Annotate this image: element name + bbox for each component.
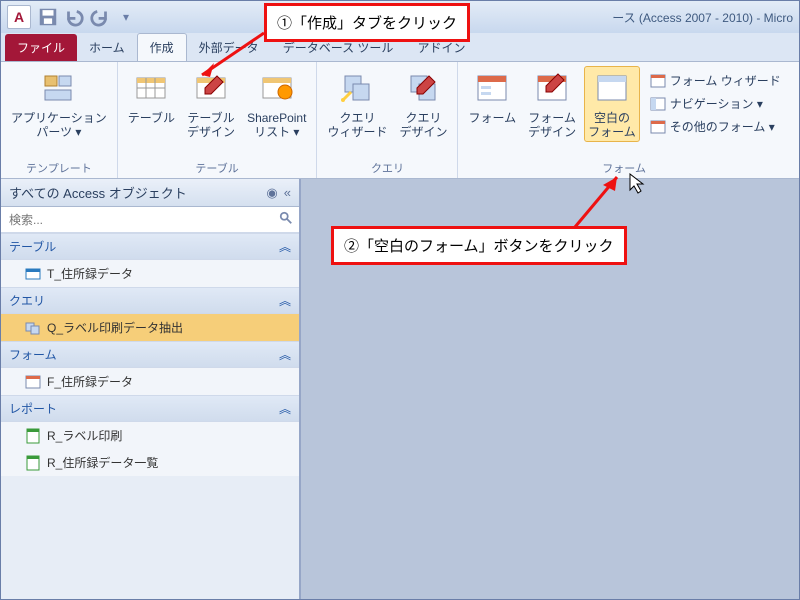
navpane-dropdown-icon[interactable]: ◉ bbox=[266, 185, 277, 201]
navgroup-tables-label: テーブル bbox=[9, 238, 56, 255]
quick-access-toolbar[interactable]: ▾ bbox=[37, 6, 137, 28]
query-wizard-icon bbox=[337, 68, 377, 108]
annotation-step1: ①「作成」タブをクリック bbox=[264, 3, 470, 42]
navitem-table-1[interactable]: T_住所録データ bbox=[1, 260, 299, 287]
form-object-icon bbox=[25, 374, 41, 390]
navgroup-reports-label: レポート bbox=[9, 400, 57, 417]
report-object-icon bbox=[25, 455, 41, 471]
ribbon: アプリケーション パーツ ▾ テンプレート テーブル テーブル デザイン bbox=[1, 61, 799, 179]
navgroup-queries-label: クエリ bbox=[9, 292, 45, 309]
navigation-pane: すべての Access オブジェクト ◉ « テーブル ︽ T_住所録データ bbox=[1, 179, 301, 599]
undo-icon[interactable] bbox=[63, 6, 85, 28]
app-icon: A bbox=[7, 5, 31, 29]
group-templates: アプリケーション パーツ ▾ テンプレート bbox=[1, 62, 118, 178]
form-wizard-label: フォーム ウィザード bbox=[670, 72, 781, 89]
tab-create[interactable]: 作成 bbox=[137, 33, 187, 61]
navpane-collapse-icon[interactable]: « bbox=[284, 185, 291, 200]
form-design-button[interactable]: フォーム デザイン bbox=[524, 66, 580, 142]
arrow-step1 bbox=[196, 31, 266, 81]
group-queries-label: クエリ bbox=[323, 158, 451, 178]
navitem-label: T_住所録データ bbox=[47, 265, 133, 282]
navigation-icon bbox=[650, 96, 666, 112]
form-design-label: フォーム デザイン bbox=[528, 111, 576, 140]
form-wizard-link[interactable]: フォーム ウィザード bbox=[648, 70, 784, 91]
navitem-report-1[interactable]: R_ラベル印刷 bbox=[1, 422, 299, 449]
app-parts-label: アプリケーション パーツ ▾ bbox=[11, 111, 107, 140]
form-wizard-icon bbox=[650, 73, 666, 89]
navgroup-reports[interactable]: レポート ︽ bbox=[1, 395, 299, 422]
blank-form-icon bbox=[592, 68, 632, 108]
query-design-button[interactable]: クエリ デザイン bbox=[395, 66, 451, 142]
chevron-up-icon: ︽ bbox=[279, 292, 291, 309]
form-icon bbox=[472, 68, 512, 108]
navigation-link[interactable]: ナビゲーション ▾ bbox=[648, 93, 784, 114]
search-input[interactable] bbox=[7, 212, 279, 228]
navpane-search[interactable] bbox=[1, 207, 299, 233]
tab-home[interactable]: ホーム bbox=[77, 34, 137, 61]
qat-more-icon[interactable]: ▾ bbox=[115, 6, 137, 28]
group-forms: フォーム フォーム デザイン 空白の フォーム bbox=[458, 62, 789, 178]
navitem-label: R_ラベル印刷 bbox=[47, 427, 122, 444]
arrow-step2 bbox=[571, 171, 631, 231]
table-icon bbox=[131, 68, 171, 108]
access-window: A ▾ ース (Access 2007 - 2010) - Micro ファイル… bbox=[0, 0, 800, 600]
navitem-query-1[interactable]: Q_ラベル印刷データ抽出 bbox=[1, 314, 299, 341]
app-parts-icon bbox=[39, 68, 79, 108]
navitem-label: R_住所録データ一覧 bbox=[47, 454, 158, 471]
table-button[interactable]: テーブル bbox=[124, 66, 179, 127]
chevron-up-icon: ︽ bbox=[279, 346, 291, 363]
group-queries: クエリ ウィザード クエリ デザイン クエリ bbox=[317, 62, 458, 178]
group-tables-label: テーブル bbox=[124, 158, 311, 178]
form-button[interactable]: フォーム bbox=[464, 66, 520, 127]
navitem-label: Q_ラベル印刷データ抽出 bbox=[47, 319, 183, 336]
navgroup-queries[interactable]: クエリ ︽ bbox=[1, 287, 299, 314]
query-object-icon bbox=[25, 320, 41, 336]
app-parts-button[interactable]: アプリケーション パーツ ▾ bbox=[7, 66, 111, 142]
query-wizard-button[interactable]: クエリ ウィザード bbox=[323, 66, 391, 142]
annotation-step2: ②「空白のフォーム」ボタンをクリック bbox=[331, 226, 627, 265]
form-label: フォーム bbox=[468, 111, 516, 125]
query-wizard-label: クエリ ウィザード bbox=[327, 111, 387, 140]
blank-form-label: 空白の フォーム bbox=[588, 111, 636, 140]
sharepoint-label: SharePoint リスト ▾ bbox=[247, 111, 306, 140]
query-design-label: クエリ デザイン bbox=[399, 111, 447, 140]
navitem-form-1[interactable]: F_住所録データ bbox=[1, 368, 299, 395]
table-design-label: テーブル デザイン bbox=[187, 111, 235, 140]
cursor-icon bbox=[629, 173, 647, 195]
table-label: テーブル bbox=[128, 111, 175, 125]
navgroup-forms[interactable]: フォーム ︽ bbox=[1, 341, 299, 368]
navpane-header[interactable]: すべての Access オブジェクト ◉ « bbox=[1, 179, 299, 207]
blank-form-button[interactable]: 空白の フォーム bbox=[584, 66, 640, 142]
other-forms-label: その他のフォーム ▾ bbox=[670, 118, 775, 135]
form-extras: フォーム ウィザード ナビゲーション ▾ その他のフォーム ▾ bbox=[644, 66, 784, 137]
other-forms-link[interactable]: その他のフォーム ▾ bbox=[648, 116, 784, 137]
navigation-label: ナビゲーション ▾ bbox=[670, 95, 763, 112]
report-object-icon bbox=[25, 428, 41, 444]
form-design-icon bbox=[532, 68, 572, 108]
navitem-report-2[interactable]: R_住所録データ一覧 bbox=[1, 449, 299, 476]
navpane-title: すべての Access オブジェクト bbox=[9, 183, 187, 202]
query-design-icon bbox=[403, 68, 443, 108]
group-templates-label: テンプレート bbox=[7, 158, 111, 178]
table-object-icon bbox=[25, 266, 41, 282]
window-title: ース (Access 2007 - 2010) - Micro bbox=[612, 9, 793, 26]
search-icon[interactable] bbox=[279, 211, 293, 228]
other-forms-icon bbox=[650, 119, 666, 135]
chevron-up-icon: ︽ bbox=[279, 400, 291, 417]
save-icon[interactable] bbox=[37, 6, 59, 28]
tab-file[interactable]: ファイル bbox=[5, 34, 77, 61]
navgroup-tables[interactable]: テーブル ︽ bbox=[1, 233, 299, 260]
navgroup-forms-label: フォーム bbox=[9, 346, 57, 363]
chevron-up-icon: ︽ bbox=[279, 238, 291, 255]
navitem-label: F_住所録データ bbox=[47, 373, 133, 390]
redo-icon[interactable] bbox=[89, 6, 111, 28]
